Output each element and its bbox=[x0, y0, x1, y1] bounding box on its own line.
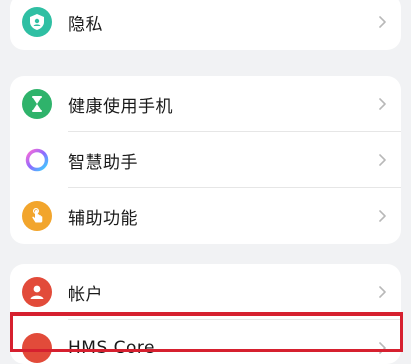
chevron-right-icon bbox=[379, 98, 386, 110]
settings-group-usage: 健康使用手机 智慧助手 辅助功能 bbox=[10, 76, 401, 244]
chevron-right-icon bbox=[379, 16, 386, 28]
hourglass-icon bbox=[22, 89, 52, 119]
chevron-right-icon bbox=[379, 286, 386, 298]
settings-group-privacy: 隐私 bbox=[10, 0, 401, 50]
account-icon bbox=[22, 277, 52, 307]
settings-item-privacy[interactable]: 隐私 bbox=[10, 0, 401, 50]
highlight-box bbox=[10, 312, 403, 352]
assistant-ring-icon bbox=[22, 145, 52, 175]
hand-tap-icon bbox=[22, 201, 52, 231]
settings-item-label: 辅助功能 bbox=[68, 208, 138, 229]
settings-item-digital-balance[interactable]: 健康使用手机 bbox=[10, 76, 401, 132]
settings-item-label: 智慧助手 bbox=[68, 152, 138, 173]
settings-item-assistant[interactable]: 智慧助手 bbox=[10, 132, 401, 188]
settings-item-accessibility[interactable]: 辅助功能 bbox=[10, 188, 401, 244]
shield-person-icon bbox=[22, 7, 52, 37]
settings-item-label: 帐户 bbox=[68, 284, 103, 305]
settings-item-label: 健康使用手机 bbox=[68, 96, 173, 117]
settings-item-label: 隐私 bbox=[68, 14, 103, 35]
chevron-right-icon bbox=[379, 210, 386, 222]
chevron-right-icon bbox=[379, 154, 386, 166]
